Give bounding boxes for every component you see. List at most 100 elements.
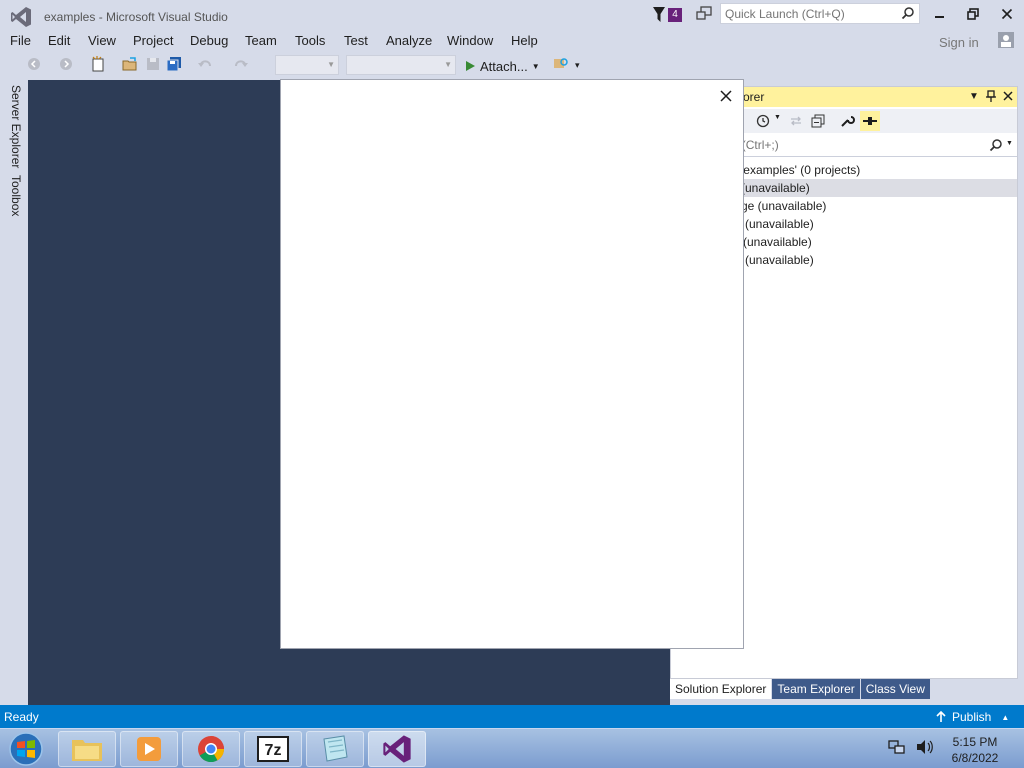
arrow-up-icon (936, 711, 946, 722)
forward-button[interactable] (56, 54, 76, 74)
7zip-icon: 7z (257, 736, 289, 762)
save-icon (147, 58, 159, 70)
menu-edit[interactable]: Edit (48, 33, 70, 48)
forward-icon (60, 58, 72, 70)
server-explorer-tab[interactable]: Server Explorer (9, 85, 23, 168)
undo-icon (198, 60, 211, 67)
clock-time: 5:15 PM (952, 735, 998, 749)
taskbar-7zip[interactable]: 7z (244, 731, 302, 767)
chevron-down-icon: ▼ (531, 61, 540, 71)
menu-team[interactable]: Team (245, 33, 277, 48)
media-player-icon (137, 737, 161, 761)
left-tool-rail: Server Explorer Toolbox (0, 80, 28, 705)
volume-icon[interactable] (916, 739, 934, 755)
save-all-icon (166, 57, 181, 72)
chevron-down-icon: ▼ (327, 60, 335, 69)
open-file-button[interactable] (120, 54, 140, 74)
close-window-button[interactable] (994, 4, 1020, 24)
menu-bar: File Edit View Project Debug Team Tools … (0, 32, 1024, 52)
chevron-down-icon[interactable]: ▼ (774, 114, 781, 121)
taskbar-visual-studio[interactable] (368, 731, 426, 767)
panel-menu-icon[interactable]: ▼ (967, 89, 981, 103)
system-tray (888, 739, 934, 755)
search-icon[interactable] (901, 6, 915, 20)
chevron-down-icon: ▼ (444, 60, 452, 69)
solution-explorer-title: orer (743, 90, 765, 104)
network-icon[interactable] (888, 739, 906, 755)
taskbar-media-player[interactable] (120, 731, 178, 767)
quick-launch-box[interactable] (720, 3, 920, 24)
quick-launch-input[interactable] (721, 4, 896, 23)
menu-debug[interactable]: Debug (190, 33, 228, 48)
sign-in-link[interactable]: Sign in (939, 35, 979, 50)
open-file-icon (122, 57, 137, 71)
taskbar-file-explorer[interactable] (58, 731, 116, 767)
file-explorer-icon (72, 740, 102, 761)
panel-close-icon[interactable] (1001, 89, 1015, 103)
menu-window[interactable]: Window (447, 33, 493, 48)
menu-file[interactable]: File (10, 33, 31, 48)
window-title: examples - Microsoft Visual Studio (44, 10, 228, 24)
preview-selected-icon[interactable] (860, 111, 880, 131)
tab-solution-explorer[interactable]: Solution Explorer (670, 679, 772, 699)
search-icon[interactable] (989, 138, 1003, 155)
solution-platform-dropdown[interactable]: ▼ (346, 55, 456, 75)
account-icon[interactable] (998, 32, 1014, 48)
publish-button[interactable]: Publish ▲ (936, 710, 1009, 724)
tab-team-explorer[interactable]: Team Explorer (772, 679, 860, 699)
menu-project[interactable]: Project (133, 33, 173, 48)
chrome-icon (198, 736, 225, 763)
toolbox-tab[interactable]: Toolbox (9, 175, 23, 216)
toolbar-overflow-icon[interactable]: ▾ (575, 60, 580, 71)
notification-count-badge[interactable]: 4 (668, 8, 682, 22)
chevron-up-icon: ▲ (1001, 712, 1010, 722)
clock-date: 6/8/2022 (951, 751, 999, 765)
menu-view[interactable]: View (88, 33, 116, 48)
blank-popup-dialog (280, 79, 744, 649)
notepad-icon (323, 735, 348, 762)
close-icon (720, 90, 732, 102)
standard-toolbar: ▼ ▼ Attach... ▼ ▾ (0, 54, 1024, 76)
status-text: Ready (4, 710, 39, 724)
find-icon (554, 58, 568, 68)
menu-analyze[interactable]: Analyze (386, 33, 432, 48)
back-icon (28, 58, 40, 70)
collapse-all-icon[interactable] (811, 114, 825, 131)
restore-button[interactable] (960, 4, 986, 24)
pin-icon[interactable] (984, 89, 998, 103)
menu-help[interactable]: Help (511, 33, 538, 48)
taskbar-chrome[interactable] (182, 731, 240, 767)
minimize-button[interactable] (927, 4, 953, 24)
status-bar: Ready Publish ▲ (0, 705, 1024, 728)
restore-icon (967, 8, 979, 20)
solution-configuration-dropdown[interactable]: ▼ (275, 55, 339, 75)
chevron-down-icon[interactable]: ▼ (1006, 140, 1013, 147)
find-in-files-button[interactable] (551, 54, 571, 74)
tab-class-view[interactable]: Class View (860, 679, 930, 699)
visual-studio-icon (383, 735, 411, 763)
new-project-icon (92, 56, 104, 72)
save-button[interactable] (143, 54, 163, 74)
history-icon[interactable] (756, 114, 770, 131)
new-project-button[interactable] (88, 54, 108, 74)
save-all-button[interactable] (164, 54, 184, 74)
taskbar-clock[interactable]: 5:15 PM 6/8/2022 (945, 734, 1005, 766)
back-button[interactable] (24, 54, 44, 74)
undo-button[interactable] (195, 54, 215, 74)
attach-button[interactable]: Attach... ▼ (464, 56, 540, 76)
visual-studio-logo-icon (11, 7, 31, 27)
taskbar-notepad[interactable] (306, 731, 364, 767)
windows-start-icon[interactable] (6, 731, 46, 767)
feedback-icon[interactable] (696, 6, 712, 22)
panel-tab-strip: Solution Explorer Team Explorer Class Vi… (670, 679, 931, 699)
menu-tools[interactable]: Tools (295, 33, 325, 48)
svg-text:7z: 7z (265, 742, 282, 759)
menu-test[interactable]: Test (344, 33, 368, 48)
title-bar: examples - Microsoft Visual Studio 4 (0, 0, 1024, 32)
redo-button[interactable] (231, 54, 251, 74)
publish-label: Publish (952, 710, 992, 724)
sync-icon[interactable] (789, 114, 803, 131)
close-icon (1001, 8, 1013, 20)
popup-close-button[interactable] (718, 88, 734, 104)
properties-wrench-icon[interactable] (839, 113, 855, 132)
